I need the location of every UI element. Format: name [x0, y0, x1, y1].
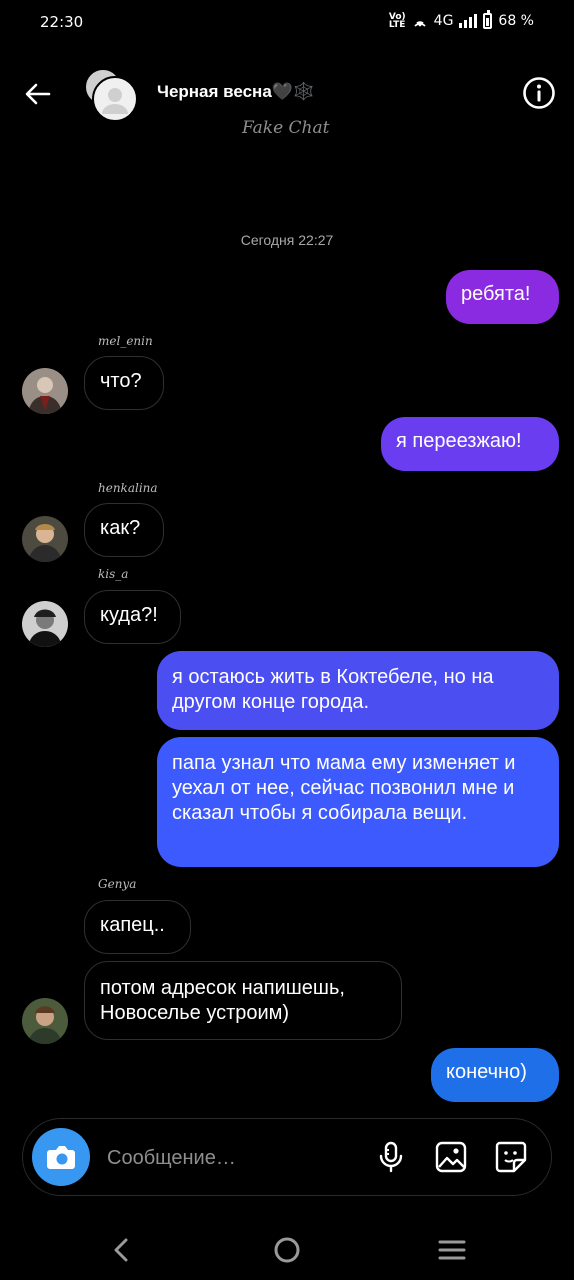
watermark: Fake Chat	[242, 118, 330, 138]
date-separator: Сегодня 22:27	[240, 232, 334, 248]
incoming-message[interactable]: капец..	[84, 900, 191, 954]
avatar[interactable]	[22, 601, 68, 647]
avatar[interactable]	[22, 998, 68, 1044]
group-avatar[interactable]	[84, 68, 138, 122]
outgoing-message[interactable]: папа узнал что мама ему изменяет и уехал…	[157, 737, 559, 867]
sender-name: mel_enin	[98, 334, 153, 348]
battery-icon	[483, 10, 493, 29]
incoming-message[interactable]: как?	[84, 503, 164, 557]
microphone-icon[interactable]	[374, 1140, 408, 1174]
incoming-message[interactable]: потом адресок напишешь, Новоселье устрои…	[84, 961, 402, 1040]
signal-icon	[459, 14, 478, 28]
battery-level: 68 %	[498, 13, 534, 29]
outgoing-message[interactable]: конечно)	[431, 1048, 559, 1102]
back-arrow-icon[interactable]	[22, 78, 54, 110]
sticker-icon[interactable]	[494, 1140, 528, 1174]
incoming-message[interactable]: куда?!	[84, 590, 181, 644]
outgoing-message[interactable]: я остаюсь жить в Коктебеле, но на другом…	[157, 651, 559, 730]
camera-button[interactable]	[32, 1128, 90, 1186]
nav-home-icon[interactable]	[267, 1230, 307, 1270]
outgoing-message[interactable]: ребята!	[446, 270, 559, 324]
network-type: 4G	[433, 13, 454, 29]
sender-name: Genya	[98, 877, 137, 891]
message-input[interactable]	[105, 1142, 359, 1174]
camera-icon	[47, 1146, 75, 1169]
nav-menu-icon[interactable]	[432, 1230, 472, 1270]
avatar[interactable]	[22, 368, 68, 414]
incoming-message[interactable]: что?	[84, 356, 164, 410]
status-icons: Vo) LTE 4G 68 %	[388, 10, 534, 30]
gallery-icon[interactable]	[434, 1140, 468, 1174]
chat-title[interactable]: Черная весна🖤🕸️	[157, 82, 314, 102]
sender-name: kis_a	[98, 567, 129, 581]
volte-indicator: Vo) LTE	[388, 12, 406, 30]
sender-name: henkalina	[98, 481, 158, 495]
info-icon[interactable]	[522, 76, 556, 110]
avatar[interactable]	[22, 516, 68, 562]
status-time: 22:30	[40, 13, 84, 31]
hotspot-icon	[414, 21, 426, 27]
outgoing-message[interactable]: я переезжаю!	[381, 417, 559, 471]
nav-back-icon[interactable]	[101, 1230, 141, 1270]
